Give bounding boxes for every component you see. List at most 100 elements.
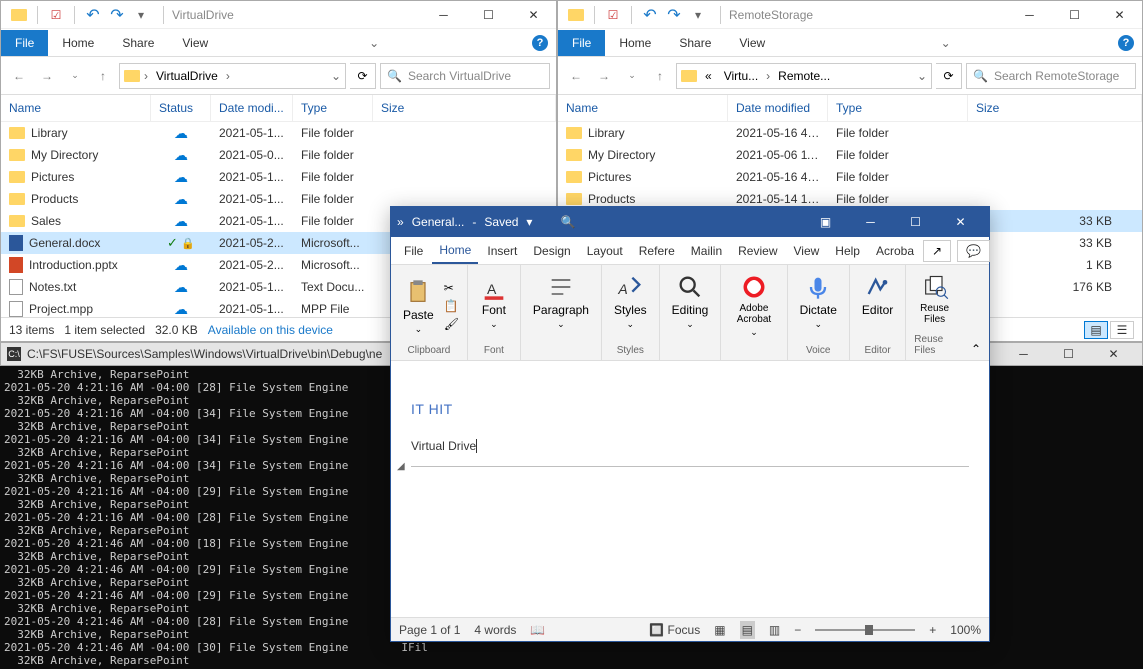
zoom-in[interactable]: +	[929, 623, 936, 637]
editor-button[interactable]: Editor	[858, 269, 897, 321]
redo-icon[interactable]: ↷	[664, 5, 684, 25]
close-button[interactable]: ✕	[1091, 340, 1136, 368]
paragraph-button[interactable]: Paragraph ⌄	[529, 269, 593, 334]
save-dropdown[interactable]: ▾	[526, 215, 532, 229]
tab-refere[interactable]: Refere	[632, 239, 682, 263]
maximize-button[interactable]: ☐	[1046, 340, 1091, 368]
web-layout-icon[interactable]: ▥	[769, 623, 780, 637]
undo-icon[interactable]: ↶	[640, 5, 660, 25]
search-input[interactable]: 🔍 Search RemoteStorage	[966, 63, 1136, 89]
format-painter-icon[interactable]: 🖌	[444, 317, 459, 331]
autosave-icon[interactable]: »	[397, 215, 404, 229]
focus-mode[interactable]: 🔲 Focus	[649, 623, 700, 637]
minimize-button[interactable]: ─	[848, 208, 893, 236]
tab-layout[interactable]: Layout	[580, 239, 630, 263]
col-size[interactable]: Size	[968, 95, 1142, 121]
help-icon[interactable]: ?	[1118, 35, 1134, 51]
tab-acroba[interactable]: Acroba	[869, 239, 921, 263]
zoom-level[interactable]: 100%	[950, 623, 981, 637]
qat-dropdown[interactable]: ▾	[131, 5, 151, 25]
tab-home[interactable]: Home	[48, 30, 108, 56]
address-bar[interactable]: › VirtualDrive › ⌄	[119, 63, 346, 89]
breadcrumb-chevron[interactable]: ›	[144, 69, 148, 83]
editing-button[interactable]: Editing ⌄	[668, 269, 713, 334]
tab-help[interactable]: Help	[828, 239, 867, 263]
copy-icon[interactable]: 📋	[444, 299, 459, 313]
col-date[interactable]: Date modified	[728, 95, 828, 121]
minimize-button[interactable]: ─	[421, 1, 466, 29]
close-button[interactable]: ✕	[1097, 1, 1142, 29]
tab-home[interactable]: Home	[432, 238, 478, 264]
word-count[interactable]: 4 words	[474, 623, 516, 637]
maximize-button[interactable]: ☐	[466, 1, 511, 29]
tab-share[interactable]: Share	[108, 30, 168, 56]
breadcrumb-item[interactable]: Remote...	[774, 67, 834, 85]
col-type[interactable]: Type	[828, 95, 968, 121]
properties-icon[interactable]: ☑	[46, 5, 66, 25]
tab-review[interactable]: Review	[731, 239, 784, 263]
minimize-button[interactable]: ─	[1007, 1, 1052, 29]
address-dropdown[interactable]: ⌄	[331, 69, 341, 83]
ribbon-chevron[interactable]: ⌄	[941, 36, 951, 50]
print-layout-icon[interactable]: ▤	[740, 621, 755, 639]
file-row[interactable]: Library 2021-05-16 4:... File folder	[558, 122, 1142, 144]
tab-home[interactable]: Home	[605, 30, 665, 56]
close-button[interactable]: ✕	[511, 1, 556, 29]
breadcrumb-item[interactable]: VirtualDrive	[152, 67, 222, 85]
file-row[interactable]: My Directory ☁ 2021-05-0... File folder	[1, 144, 556, 166]
document-canvas[interactable]: ◢ IT HIT Virtual Drive	[391, 361, 989, 617]
col-size[interactable]: Size	[373, 95, 556, 121]
cut-icon[interactable]: ✂	[444, 281, 459, 295]
tab-mailin[interactable]: Mailin	[684, 239, 729, 263]
collapse-marker[interactable]: ◢	[397, 461, 405, 472]
up-button[interactable]: ↑	[648, 64, 672, 88]
col-type[interactable]: Type	[293, 95, 373, 121]
doc-title[interactable]: Virtual Drive	[411, 421, 969, 467]
read-mode-icon[interactable]: ▦	[714, 623, 725, 637]
file-row[interactable]: Pictures ☁ 2021-05-1... File folder	[1, 166, 556, 188]
refresh-button[interactable]: ⟳	[350, 63, 376, 89]
tab-view[interactable]: View	[787, 239, 827, 263]
font-button[interactable]: A Font ⌄	[476, 269, 512, 334]
tab-share[interactable]: Share	[665, 30, 725, 56]
forward-button[interactable]: →	[592, 64, 616, 88]
properties-icon[interactable]: ☑	[603, 5, 623, 25]
tab-design[interactable]: Design	[526, 239, 577, 263]
back-button[interactable]: ←	[7, 64, 31, 88]
tab-view[interactable]: View	[168, 30, 222, 56]
share-button[interactable]: ↗	[923, 240, 951, 262]
help-icon[interactable]: ?	[532, 35, 548, 51]
maximize-button[interactable]: ☐	[1052, 1, 1097, 29]
refresh-button[interactable]: ⟳	[936, 63, 962, 89]
qat-dropdown[interactable]: ▾	[688, 5, 708, 25]
comments-button[interactable]: 💬	[957, 240, 990, 262]
dictate-button[interactable]: Dictate ⌄	[796, 269, 841, 334]
search-input[interactable]: 🔍 Search VirtualDrive	[380, 63, 550, 89]
back-button[interactable]: ←	[564, 64, 588, 88]
col-date[interactable]: Date modi...	[211, 95, 293, 121]
spellcheck-icon[interactable]: 📖	[530, 623, 545, 637]
ribbon-display-button[interactable]: ▣	[803, 208, 848, 236]
address-dropdown[interactable]: ⌄	[917, 69, 927, 83]
address-bar[interactable]: « Virtu... › Remote... ⌄	[676, 63, 932, 89]
breadcrumb-chevron[interactable]: ›	[226, 69, 230, 83]
file-row[interactable]: My Directory 2021-05-06 11... File folde…	[558, 144, 1142, 166]
redo-icon[interactable]: ↷	[107, 5, 127, 25]
file-row[interactable]: Library ☁ 2021-05-1... File folder	[1, 122, 556, 144]
file-row[interactable]: Pictures 2021-05-16 4:... File folder	[558, 166, 1142, 188]
close-button[interactable]: ✕	[938, 208, 983, 236]
collapse-ribbon[interactable]: ⌃	[963, 338, 989, 360]
col-status[interactable]: Status	[151, 95, 211, 121]
styles-button[interactable]: A Styles ⌄	[610, 269, 651, 334]
undo-icon[interactable]: ↶	[83, 5, 103, 25]
save-status[interactable]: Saved	[484, 215, 518, 229]
tab-view[interactable]: View	[725, 30, 779, 56]
ribbon-chevron[interactable]: ⌄	[369, 36, 379, 50]
tab-file[interactable]: File	[397, 239, 430, 263]
paste-button[interactable]: Paste ⌄	[399, 274, 438, 339]
col-name[interactable]: Name	[558, 95, 728, 121]
view-tiles[interactable]: ▤	[1084, 321, 1108, 339]
zoom-out[interactable]: −	[794, 623, 801, 637]
up-button[interactable]: ↑	[91, 64, 115, 88]
breadcrumb-item[interactable]: Virtu...	[720, 67, 762, 85]
